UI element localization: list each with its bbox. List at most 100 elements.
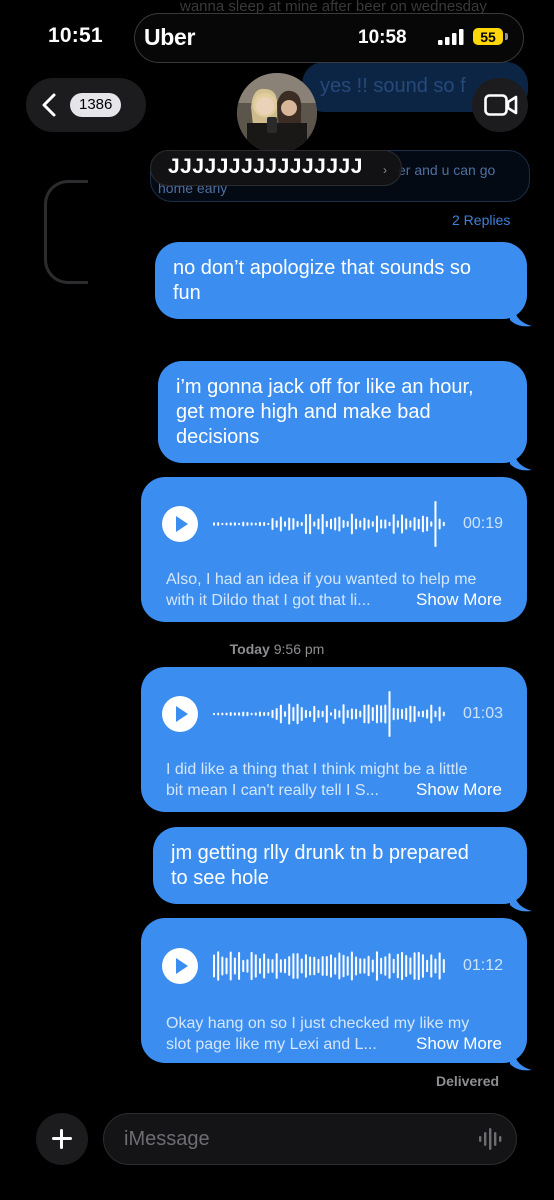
waveform-bar (275, 708, 278, 720)
waveform-bar (242, 521, 245, 527)
waveform-bar (405, 518, 408, 530)
audio-message-bubble[interactable]: 01:12 Okay hang on so I just checked my … (141, 918, 527, 1063)
waveform-bar (233, 522, 236, 526)
waveform-bar (321, 513, 324, 535)
waveform-bar (355, 956, 358, 976)
waveform-bar (363, 958, 366, 974)
waveform-bar (246, 711, 249, 717)
waveform-bar (229, 711, 232, 717)
waveform-bar (238, 712, 241, 716)
waveform-bar (313, 705, 316, 723)
message-text-line: i’m gonna jack off for like an hour, (176, 376, 474, 398)
waveform-bar (421, 954, 424, 978)
waveform-bar (271, 518, 274, 530)
transcript-line: Also, I had an idea if you wanted to hel… (166, 571, 477, 588)
waveform-bar (317, 709, 320, 719)
waveform-bar (288, 517, 291, 531)
show-more-link[interactable]: Show More (416, 590, 502, 610)
waveform-bar (275, 520, 278, 528)
waveform-bar (217, 712, 220, 716)
waveform-bar (229, 951, 232, 981)
message-bubble[interactable]: jm getting rlly drunk tn b prepared to s… (153, 827, 527, 904)
waveform-bar (401, 514, 404, 534)
show-more-link[interactable]: Show More (416, 1034, 502, 1054)
waveform-bar (284, 958, 287, 974)
waveform-bar (442, 711, 445, 717)
waveform-bar (300, 958, 303, 974)
waveform-bar (409, 705, 412, 723)
waveform-bar (304, 709, 307, 719)
waveform-bar (313, 956, 316, 976)
voice-waveform-icon[interactable] (478, 1127, 504, 1151)
waveform-bar (267, 958, 270, 974)
waveform-bar (430, 954, 433, 978)
timestamp-day: Today (229, 641, 270, 657)
status-time: 10:51 (48, 24, 103, 47)
waveform-bar (325, 705, 328, 723)
waveform-bar (317, 958, 320, 974)
waveform-bar (384, 704, 387, 724)
waveform-bar (242, 959, 245, 973)
waveform-bar (279, 704, 282, 724)
show-more-link[interactable]: Show More (416, 780, 502, 800)
waveform-bar (359, 710, 362, 718)
play-button[interactable] (162, 948, 198, 984)
waveform-bar (250, 522, 253, 526)
audio-message-bubble[interactable]: 01:03 I did like a thing that I think mi… (141, 667, 527, 812)
waveform-bar (392, 707, 395, 721)
message-bubble[interactable]: i’m gonna jack off for like an hour, get… (158, 361, 527, 463)
waveform-bar (325, 956, 328, 976)
waveform-bar (375, 704, 378, 724)
waveform-bar (426, 709, 429, 719)
timestamp-time: 9:56 pm (273, 641, 325, 657)
waveform-bar (367, 519, 370, 529)
waveform-bar (292, 518, 295, 530)
message-bubble[interactable]: no don’t apologize that sounds so fun (155, 242, 527, 319)
background-thread-text: er and u can go (398, 162, 496, 178)
battery-nub (505, 33, 508, 40)
timestamp: Today 9:56 pm (0, 641, 554, 657)
play-button[interactable] (162, 696, 198, 732)
waveform-bar (388, 691, 391, 737)
waveform-bar (401, 951, 404, 981)
waveform-bar (346, 709, 349, 719)
waveform-bar (267, 522, 270, 526)
waveform-bar (225, 957, 228, 975)
waveform-bar (409, 520, 412, 528)
waveform-bar (355, 518, 358, 530)
waveform-bar (229, 522, 232, 526)
waveform-bar (396, 953, 399, 979)
waveform-bar (371, 707, 374, 721)
message-input[interactable] (103, 1113, 517, 1165)
audio-waveform (213, 501, 445, 547)
waveform-bar (225, 712, 228, 716)
waveform-bar (430, 704, 433, 724)
waveform-bar (254, 954, 257, 978)
waveform-bar (342, 519, 345, 529)
waveform-bar (250, 951, 253, 981)
audio-duration: 01:12 (463, 957, 504, 974)
waveform-bar (434, 501, 437, 547)
waveform-bar (334, 517, 337, 531)
audio-duration: 01:03 (463, 705, 504, 722)
unread-count-badge: 1386 (70, 93, 122, 117)
waveform-bar (300, 707, 303, 721)
waveform-bar (371, 521, 374, 527)
cellular-signal-icon (438, 29, 464, 45)
audio-message-bubble[interactable]: 00:19 Also, I had an idea if you wanted … (141, 477, 527, 622)
play-button[interactable] (162, 506, 198, 542)
waveform-bar (233, 957, 236, 975)
waveform-bar (421, 515, 424, 533)
waveform-bar (233, 712, 236, 716)
waveform-bar (388, 953, 391, 979)
waveform-bar (359, 958, 362, 974)
waveform-bar (342, 704, 345, 724)
waveform-bar (258, 958, 261, 974)
waveform-bar (221, 522, 224, 526)
waveform-bar (342, 954, 345, 978)
contact-avatar[interactable] (237, 73, 317, 153)
audio-duration: 00:19 (463, 515, 504, 532)
replies-link[interactable]: 2 Replies (452, 212, 510, 228)
waveform-bar (288, 956, 291, 976)
transcript-line: I did like a thing that I think might be… (166, 761, 468, 778)
